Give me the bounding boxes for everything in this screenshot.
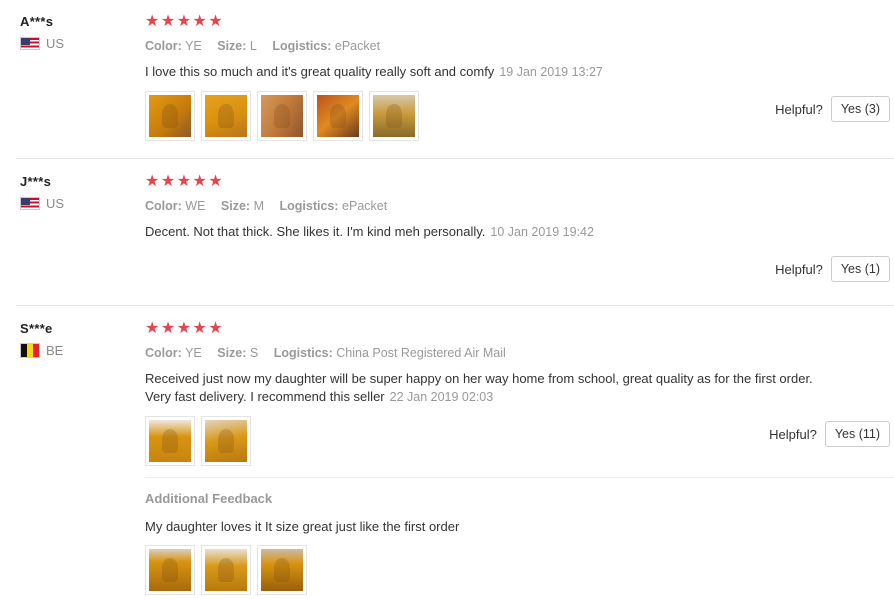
reviewer-info: J***s US <box>20 174 64 211</box>
review-photo-thumbnail[interactable] <box>201 545 251 595</box>
size-label: Size: <box>217 39 247 53</box>
color-label: Color: <box>145 346 182 360</box>
review-item: S***e BE ★★★★★ Color: YE Size: S Logisti… <box>0 306 894 599</box>
order-details: Color: WE Size: M Logistics: ePacket <box>145 199 894 213</box>
review-photo-thumbnail[interactable] <box>145 91 195 141</box>
star-rating-icon: ★★★★★ <box>145 173 225 190</box>
review-text: I love this so much and it's great quali… <box>145 63 894 81</box>
review-photo-thumbnail[interactable] <box>201 91 251 141</box>
review-text-content: I love this so much and it's great quali… <box>145 64 495 79</box>
review-photo-thumbnail[interactable] <box>201 416 251 466</box>
size-label: Size: <box>217 346 247 360</box>
color-label: Color: <box>145 199 182 213</box>
additional-feedback-text: My daughter loves it It size great just … <box>145 519 460 534</box>
color-value: YE <box>185 39 202 53</box>
helpful-yes-button[interactable]: Yes (1) <box>830 256 890 282</box>
review-item: J***s US ★★★★★ Color: WE Size: M Logisti… <box>0 159 894 305</box>
country-code: US <box>46 196 65 211</box>
helpful-yes-button[interactable]: Yes (3) <box>830 96 890 122</box>
review-date: 22 Jan 2019 02:03 <box>389 390 494 404</box>
review-text-content: Decent. Not that thick. She likes it. I'… <box>145 224 486 239</box>
review-photo-thumbnail[interactable] <box>257 91 307 141</box>
review-text-line: Very fast delivery. I recommend this sel… <box>145 389 385 404</box>
color-value: YE <box>185 346 202 360</box>
review-photo-thumbnail[interactable] <box>369 91 419 141</box>
color-value: WE <box>185 199 206 213</box>
reviewer-info: S***e BE <box>20 321 63 358</box>
order-details: Color: YE Size: S Logistics: China Post … <box>145 346 894 360</box>
review-text: Decent. Not that thick. She likes it. I'… <box>145 223 894 241</box>
logistics-label: Logistics: <box>279 199 339 213</box>
helpful-label: Helpful? <box>769 426 817 442</box>
helpful-yes-button[interactable]: Yes (11) <box>824 421 890 447</box>
helpful-label: Helpful? <box>775 261 823 277</box>
country-code: US <box>46 36 65 51</box>
review-date: 19 Jan 2019 13:27 <box>499 65 603 79</box>
review-photo-thumbnail[interactable] <box>257 545 307 595</box>
logistics-value: ePacket <box>342 199 388 213</box>
additional-feedback-title: Additional Feedback <box>145 491 273 506</box>
size-label: Size: <box>220 199 251 213</box>
review-item: A***s US ★★★★★ Color: YE Size: L Logisti… <box>0 0 894 158</box>
reviewer-name: S***e <box>20 321 53 336</box>
additional-feedback-photos <box>145 545 307 595</box>
review-photo-thumbnail[interactable] <box>145 416 195 466</box>
size-value: M <box>253 199 265 213</box>
size-value: L <box>249 39 257 53</box>
helpful-vote: Helpful? Yes (3) <box>775 96 890 122</box>
review-text-line: Received just now my daughter will be su… <box>145 371 813 386</box>
reviewer-name: A***s <box>20 14 54 29</box>
star-rating-icon: ★★★★★ <box>145 320 225 337</box>
be-flag-icon <box>20 343 40 358</box>
us-flag-icon <box>20 37 40 50</box>
review-date: 10 Jan 2019 19:42 <box>490 225 594 239</box>
review-text: Received just now my daughter will be su… <box>145 370 894 406</box>
helpful-vote: Helpful? Yes (1) <box>775 256 890 282</box>
review-photo-thumbnail[interactable] <box>145 545 195 595</box>
us-flag-icon <box>20 197 40 210</box>
logistics-value: China Post Registered Air Mail <box>336 346 506 360</box>
size-value: S <box>249 346 259 360</box>
reviewer-info: A***s US <box>20 14 64 51</box>
logistics-label: Logistics: <box>272 39 332 53</box>
reviewer-name: J***s <box>20 174 52 189</box>
review-photo-thumbnail[interactable] <box>313 91 363 141</box>
review-body: ★★★★★ Color: WE Size: M Logistics: ePack… <box>145 174 894 241</box>
logistics-value: ePacket <box>334 39 381 53</box>
helpful-label: Helpful? <box>775 101 823 117</box>
star-rating-icon: ★★★★★ <box>145 13 225 30</box>
order-details: Color: YE Size: L Logistics: ePacket <box>145 39 894 53</box>
reviewer-country: US <box>20 196 64 211</box>
reviewer-country: BE <box>20 343 63 358</box>
reviewer-country: US <box>20 36 64 51</box>
color-label: Color: <box>145 39 182 53</box>
country-code: BE <box>46 343 64 358</box>
additional-feedback-divider <box>145 477 894 478</box>
logistics-label: Logistics: <box>273 346 333 360</box>
helpful-vote: Helpful? Yes (11) <box>769 421 890 447</box>
